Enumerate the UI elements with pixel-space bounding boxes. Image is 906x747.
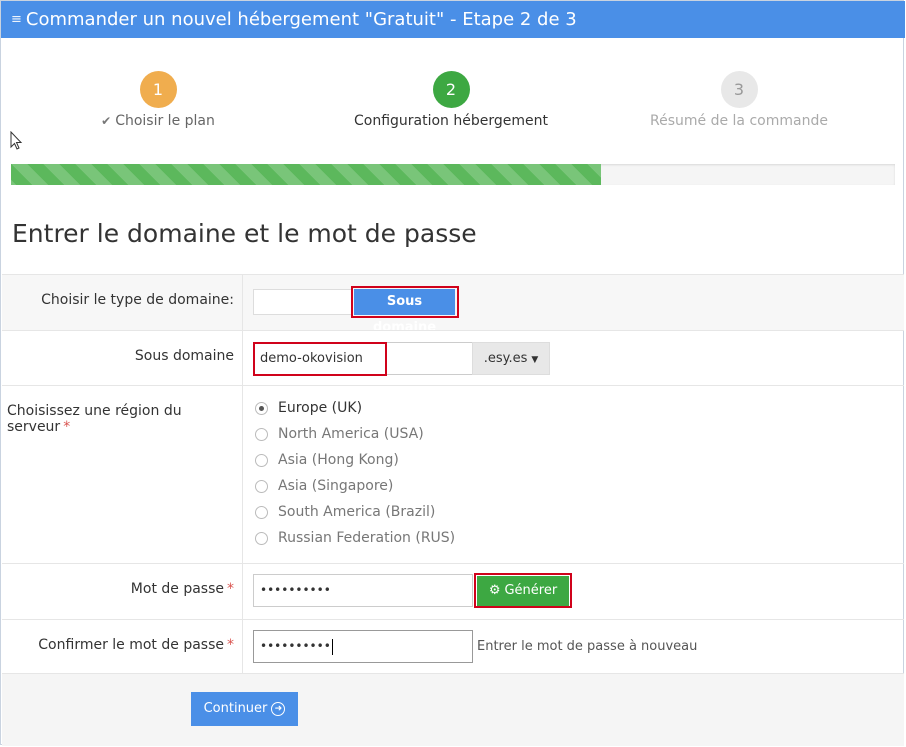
confirm-password-input[interactable]: •••••••••• [253,630,473,663]
page-title: Commander un nouvel hébergement "Gratuit… [25,9,577,30]
domain-form: Choisir le type de domaine: Sous domaine… [2,274,904,674]
radio-selected-icon [255,401,268,415]
domain-type-label: Choisir le type de domaine: [41,292,234,308]
step-1: 1 ✔ Choisir le plan [38,71,278,129]
check-icon: ✔ [101,114,112,128]
region-label: Choisissez une région du serveur [7,403,182,435]
confirm-password-label: Confirmer le mot de passe [38,637,224,653]
domain-suffix-dropdown[interactable]: .esy.es ▼ [472,342,550,375]
caret-down-icon: ▼ [531,355,539,365]
password-input[interactable]: •••••••••• [253,574,473,607]
password-label: Mot de passe [130,581,224,597]
subdomain-label: Sous domaine [134,348,234,364]
highlight-box [474,573,572,608]
region-option-singapore[interactable]: Asia (Singapore) [255,478,393,494]
highlight-box [351,286,459,318]
confirm-password-help: Entrer le mot de passe à nouveau [477,639,698,654]
step-3: 3 Résumé de la commande [619,71,859,129]
step-1-label: Choisir le plan [115,113,215,129]
step-3-label: Résumé de la commande [650,113,828,129]
menu-icon[interactable]: ≡ [11,12,22,27]
continue-button[interactable]: Continuer ➜ [191,692,298,726]
region-option-brazil[interactable]: South America (Brazil) [255,504,435,520]
region-row: Choisissez une région du serveur * Europe… [2,385,904,563]
step-1-circle: 1 [139,71,177,108]
progress-fill [11,164,601,185]
arrow-right-circle-icon: ➜ [271,701,286,716]
region-option-russia[interactable]: Russian Federation (RUS) [255,530,455,546]
text-caret [331,638,333,655]
progress-bar [11,164,895,185]
domain-type-row: Choisir le type de domaine: Sous domaine [2,274,904,335]
radio-icon [255,531,268,545]
domain-suffix-label: .esy.es [483,351,528,366]
subdomain-row: Sous domaine demo-okovision .esy.es ▼ [2,330,904,385]
step-2-circle: 2 [432,71,470,108]
region-option-north-america[interactable]: North America (USA) [255,426,424,442]
required-mark: * [63,419,71,435]
radio-icon [255,427,268,441]
password-row: Mot de passe * •••••••••• ⚙ Générer [2,563,904,619]
step-3-circle: 3 [720,71,758,108]
radio-icon [255,453,268,467]
continue-label: Continuer [203,701,268,716]
highlight-box [253,342,387,376]
step-2-label: Configuration hébergement [353,113,548,129]
header-bar: ≡ Commander un nouvel hébergement "Gratu… [1,1,905,38]
region-option-europe[interactable]: Europe (UK) [255,400,362,416]
required-mark: * [227,637,234,653]
radio-icon [255,505,268,519]
step-2: 2 Configuration hébergement [331,71,571,129]
order-window: ≡ Commander un nouvel hébergement "Gratu… [0,0,905,746]
form-footer: Continuer ➜ [2,673,904,746]
radio-icon [255,479,268,493]
domain-type-spacer [253,289,353,315]
confirm-password-row: Confirmer le mot de passe * •••••••••• En… [2,619,904,674]
required-mark: * [227,581,234,597]
mouse-cursor-icon [10,131,23,150]
section-title: Entrer le domaine et le mot de passe [12,219,477,248]
region-option-hong-kong[interactable]: Asia (Hong Kong) [255,452,399,468]
